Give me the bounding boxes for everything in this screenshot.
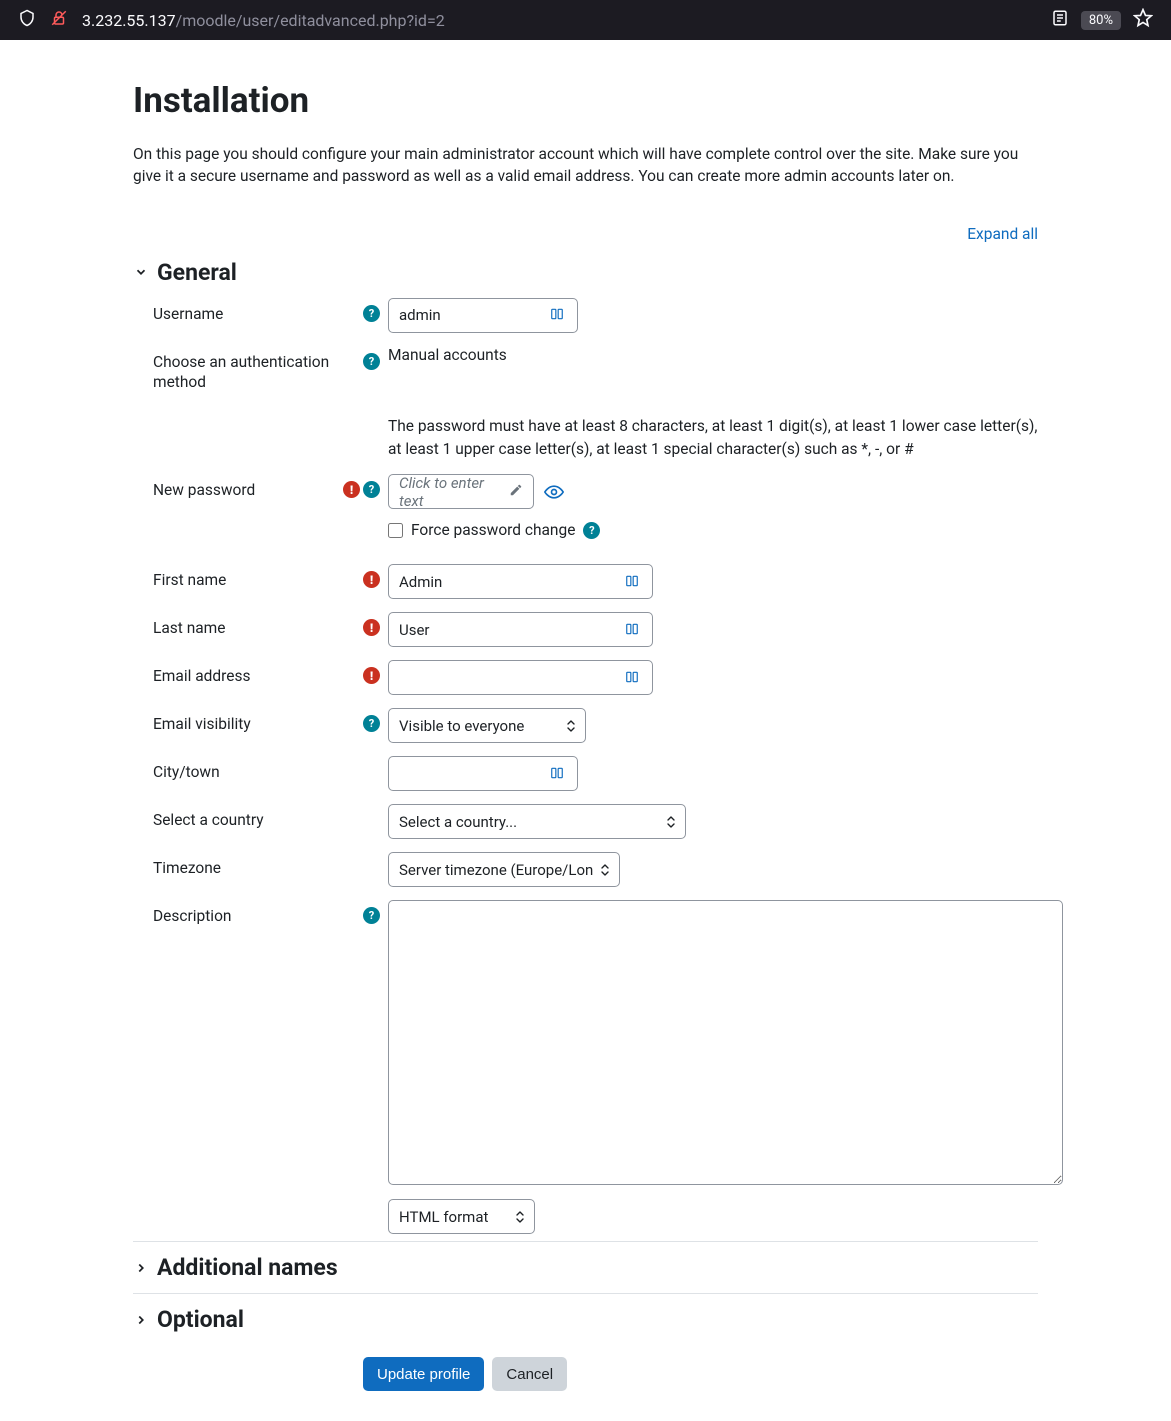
url-host: 3.232.55.137 [82, 11, 176, 30]
update-profile-button[interactable]: Update profile [363, 1357, 484, 1391]
cancel-button[interactable]: Cancel [492, 1357, 567, 1391]
password-hint: The password must have at least 8 charac… [388, 413, 1038, 468]
label-new-password: New password [153, 474, 348, 500]
city-input[interactable] [388, 756, 578, 791]
label-timezone: Timezone [153, 852, 348, 878]
help-icon[interactable]: ? [583, 522, 600, 539]
lock-insecure-icon[interactable] [50, 9, 68, 31]
bookmark-star-icon[interactable] [1133, 8, 1153, 32]
section-additional-names-toggle[interactable]: Additional names [133, 1248, 1038, 1287]
section-optional-title: Optional [157, 1306, 244, 1333]
country-select[interactable]: Select a country... [388, 804, 686, 839]
help-icon[interactable]: ? [363, 481, 380, 498]
timezone-select[interactable]: Server timezone (Europe/London) [388, 852, 620, 887]
help-icon[interactable]: ? [363, 715, 380, 732]
force-password-checkbox[interactable] [388, 523, 403, 538]
email-input[interactable] [388, 660, 653, 695]
required-icon: ! [363, 667, 380, 684]
label-email: Email address [153, 660, 348, 686]
chevron-right-icon [133, 1260, 149, 1276]
label-last-name: Last name [153, 612, 348, 638]
new-password-input[interactable]: Click to enter text [388, 474, 534, 509]
username-input[interactable] [388, 298, 578, 333]
help-icon[interactable]: ? [363, 907, 380, 924]
label-username: Username [153, 298, 348, 324]
section-general-title: General [157, 259, 237, 286]
reader-mode-icon[interactable] [1051, 9, 1069, 31]
section-general-toggle[interactable]: General [133, 253, 1038, 292]
description-format-select[interactable]: HTML format [388, 1199, 535, 1234]
required-icon: ! [363, 619, 380, 636]
description-textarea[interactable] [388, 900, 1063, 1185]
url-display[interactable]: 3.232.55.137/moodle/user/editadvanced.ph… [82, 11, 1037, 30]
required-icon: ! [343, 481, 360, 498]
chevron-down-icon [133, 264, 149, 280]
email-visibility-select[interactable]: Visible to everyone [388, 708, 586, 743]
pencil-icon [509, 483, 523, 501]
password-placeholder: Click to enter text [399, 474, 503, 510]
page-title: Installation [133, 80, 1038, 121]
help-icon[interactable]: ? [363, 353, 380, 370]
shield-icon[interactable] [18, 9, 36, 31]
label-description: Description [153, 900, 348, 926]
required-icon: ! [363, 571, 380, 588]
reveal-password-icon[interactable] [544, 482, 564, 502]
label-first-name: First name [153, 564, 348, 590]
label-country: Select a country [153, 804, 348, 830]
browser-address-bar: 3.232.55.137/moodle/user/editadvanced.ph… [0, 0, 1171, 40]
expand-all-link[interactable]: Expand all [967, 225, 1038, 243]
url-path: /moodle/user/editadvanced.php?id=2 [176, 11, 445, 30]
label-city: City/town [153, 756, 348, 782]
last-name-input[interactable] [388, 612, 653, 647]
label-force-password: Force password change [411, 521, 575, 539]
section-optional-toggle[interactable]: Optional [133, 1300, 1038, 1339]
auth-method-value: Manual accounts [388, 346, 1038, 364]
label-auth-method: Choose an authentication method [153, 346, 348, 392]
zoom-badge[interactable]: 80% [1081, 11, 1121, 30]
section-additional-names-title: Additional names [157, 1254, 338, 1281]
page-intro: On this page you should configure your m… [133, 143, 1038, 188]
help-icon[interactable]: ? [363, 305, 380, 322]
label-email-visibility: Email visibility [153, 708, 348, 734]
chevron-right-icon [133, 1312, 149, 1328]
first-name-input[interactable] [388, 564, 653, 599]
